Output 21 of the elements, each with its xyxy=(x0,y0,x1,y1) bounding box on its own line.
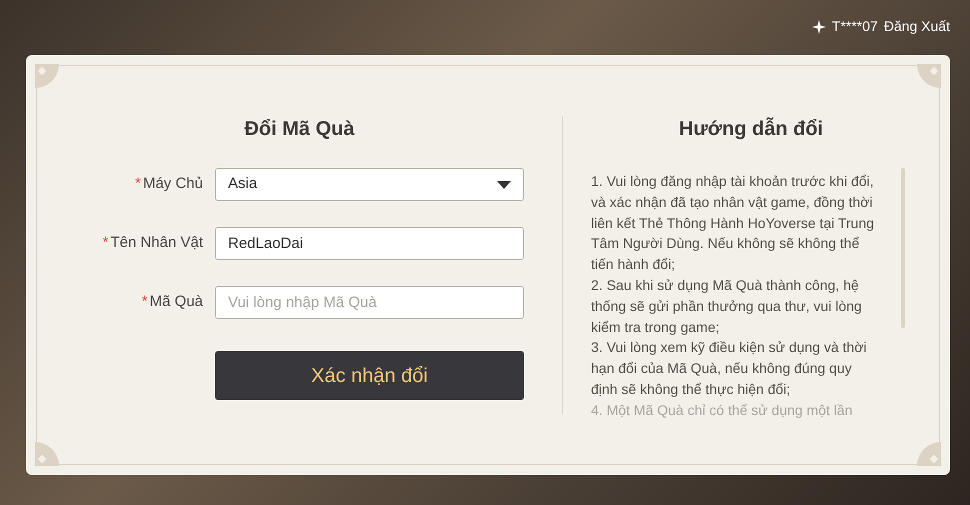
redeem-title: Đổi Mã Quà xyxy=(244,117,354,142)
input-field[interactable]: RedLaoDai xyxy=(215,227,524,260)
guide-paragraph: 3. Vui lòng xem kỹ điều kiện sử dụng và thời hạn đổi của Mã Quà, nếu không đúng quy định sẽ không thể thực hiện đổi; xyxy=(591,338,868,399)
dropdown-caret-icon xyxy=(497,180,511,188)
logout-link[interactable]: Đăng Xuất xyxy=(884,16,950,37)
sparkle-icon xyxy=(812,20,826,34)
required-asterisk: * xyxy=(135,174,141,194)
required-asterisk: * xyxy=(102,233,108,254)
submit-button[interactable]: Xác nhận đổi xyxy=(215,351,524,400)
field-label: Mã Quà xyxy=(150,292,203,312)
guide-paragraph: 4. Một Mã Quà chỉ có thể sử dụng một lần xyxy=(591,400,854,420)
server-select[interactable]: Asia xyxy=(215,168,524,201)
input-field[interactable]: Vui lòng nhập Mã Quà xyxy=(215,286,524,319)
guide-paragraph: 1. Vui lòng đăng nhập tài khoản trước khi đổi, và xác nhận đã tạo nhân vật game, đồng thời liên kết Thẻ Thông Hành HoYoverse tại Trung Tâm Người Dùng. Nếu không sẽ không thể tiến hành đổi; xyxy=(591,172,876,274)
guide-paragraph: 2. Sau khi sử dụng Mã Quà thành công, hệ thống sẽ gửi phần thưởng qua thư, vui lòng kiểm tra trong game; xyxy=(591,276,863,337)
field-label: Máy Chủ xyxy=(142,174,203,194)
required-asterisk: * xyxy=(142,292,148,312)
guide-title: Hướng dẫn đổi xyxy=(678,116,824,142)
scrollbar-thumb[interactable] xyxy=(901,168,905,328)
field-label: Tên Nhân Vật xyxy=(110,233,203,254)
username-text: T****07 xyxy=(832,17,878,36)
